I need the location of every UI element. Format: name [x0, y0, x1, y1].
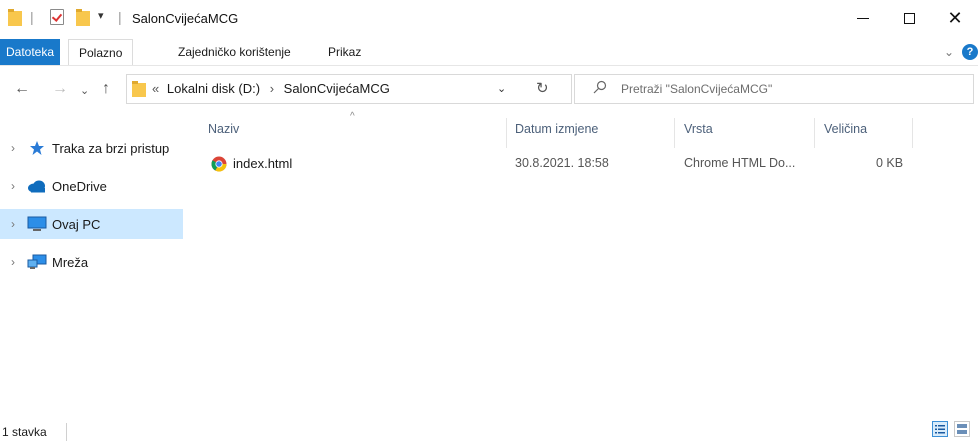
details-view-icon: [935, 425, 945, 434]
back-button[interactable]: ←: [14, 80, 30, 98]
column-divider[interactable]: [674, 118, 675, 148]
separator: |: [118, 9, 122, 25]
column-divider[interactable]: [814, 118, 815, 148]
sort-ascending-icon: ^: [350, 111, 355, 122]
breadcrumb-separator: ›: [269, 81, 275, 96]
window-title: SalonCvijećaMCG: [132, 11, 239, 26]
title-bar: | ▾ | SalonCvijećaMCG ✕: [0, 0, 978, 36]
tab-view[interactable]: Prikaz: [318, 39, 371, 65]
sidebar-item-label: Mreža: [52, 254, 89, 270]
sidebar-item-label: Ovaj PC: [52, 216, 101, 232]
breadcrumb: « Lokalni disk (D:) › SalonCvijećaMCG: [152, 81, 390, 96]
minimize-icon: [857, 17, 869, 19]
new-folder-icon[interactable]: [76, 9, 90, 26]
column-header-date[interactable]: Datum izmjene: [515, 122, 598, 136]
status-item-count: 1 stavka: [2, 425, 47, 439]
tab-share[interactable]: Zajedničko korištenje: [168, 39, 301, 65]
column-divider[interactable]: [912, 118, 913, 148]
breadcrumb-item-folder[interactable]: SalonCvijećaMCG: [284, 81, 390, 96]
separator: |: [30, 9, 34, 25]
customize-quick-access-icon[interactable]: ▾: [98, 9, 104, 22]
recent-locations-icon[interactable]: ⌄: [80, 84, 89, 97]
sidebar-item-onedrive[interactable]: › OneDrive: [0, 171, 183, 201]
refresh-icon[interactable]: ↻: [536, 79, 549, 97]
address-dropdown-icon[interactable]: ⌄: [497, 82, 506, 95]
column-header-type[interactable]: Vrsta: [684, 122, 713, 136]
sidebar-item-this-pc[interactable]: › Ovaj PC: [0, 209, 183, 239]
file-date: 30.8.2021. 18:58: [515, 156, 609, 170]
breadcrumb-overflow[interactable]: «: [152, 81, 159, 96]
search-input[interactable]: Pretraži "SalonCvijećaMCG": [621, 82, 772, 96]
column-header-name[interactable]: Naziv: [208, 122, 239, 136]
ribbon-tabs: Datoteka Polazno Zajedničko korištenje P…: [0, 39, 978, 66]
column-header-size[interactable]: Veličina: [824, 122, 867, 136]
minimize-button[interactable]: [840, 0, 886, 36]
search-icon: [593, 80, 607, 94]
tiles-view-icon: [957, 424, 967, 434]
sidebar-item-quick-access[interactable]: › Traka za brzi pristup: [0, 133, 183, 163]
folder-icon: [132, 81, 146, 97]
network-icon: [26, 253, 48, 271]
up-button[interactable]: ↑: [102, 80, 110, 98]
expand-chevron-icon[interactable]: ›: [0, 217, 26, 231]
status-divider: [66, 423, 67, 441]
large-icons-view-button[interactable]: [954, 421, 970, 437]
expand-chevron-icon[interactable]: ›: [0, 141, 26, 155]
close-icon: ✕: [947, 8, 963, 28]
expand-chevron-icon[interactable]: ›: [0, 179, 26, 193]
maximize-icon: [903, 12, 915, 24]
expand-ribbon-icon[interactable]: ⌄: [944, 45, 954, 59]
maximize-button[interactable]: [886, 0, 932, 36]
tab-home[interactable]: Polazno: [68, 39, 134, 65]
sidebar-item-label: Traka za brzi pristup: [52, 140, 170, 156]
forward-button[interactable]: →: [52, 80, 68, 98]
close-button[interactable]: ✕: [932, 0, 978, 36]
help-icon[interactable]: ?: [962, 44, 978, 60]
breadcrumb-item-drive[interactable]: Lokalni disk (D:): [167, 81, 260, 96]
column-divider[interactable]: [506, 118, 507, 148]
star-icon: [26, 139, 48, 157]
folder-icon: [8, 9, 22, 26]
cloud-icon: [26, 177, 48, 195]
properties-checkmark-icon[interactable]: [50, 9, 64, 25]
file-name[interactable]: index.html: [233, 156, 292, 171]
details-view-button[interactable]: [932, 421, 948, 437]
file-size: 0 KB: [876, 156, 904, 170]
expand-chevron-icon[interactable]: ›: [0, 255, 26, 269]
chrome-icon: [211, 156, 227, 172]
sidebar-item-label: OneDrive: [52, 178, 107, 194]
monitor-icon: [26, 215, 48, 233]
sidebar-item-network[interactable]: › Mreža: [0, 247, 183, 277]
tab-file[interactable]: Datoteka: [0, 39, 61, 65]
file-type: Chrome HTML Do...: [684, 156, 796, 170]
